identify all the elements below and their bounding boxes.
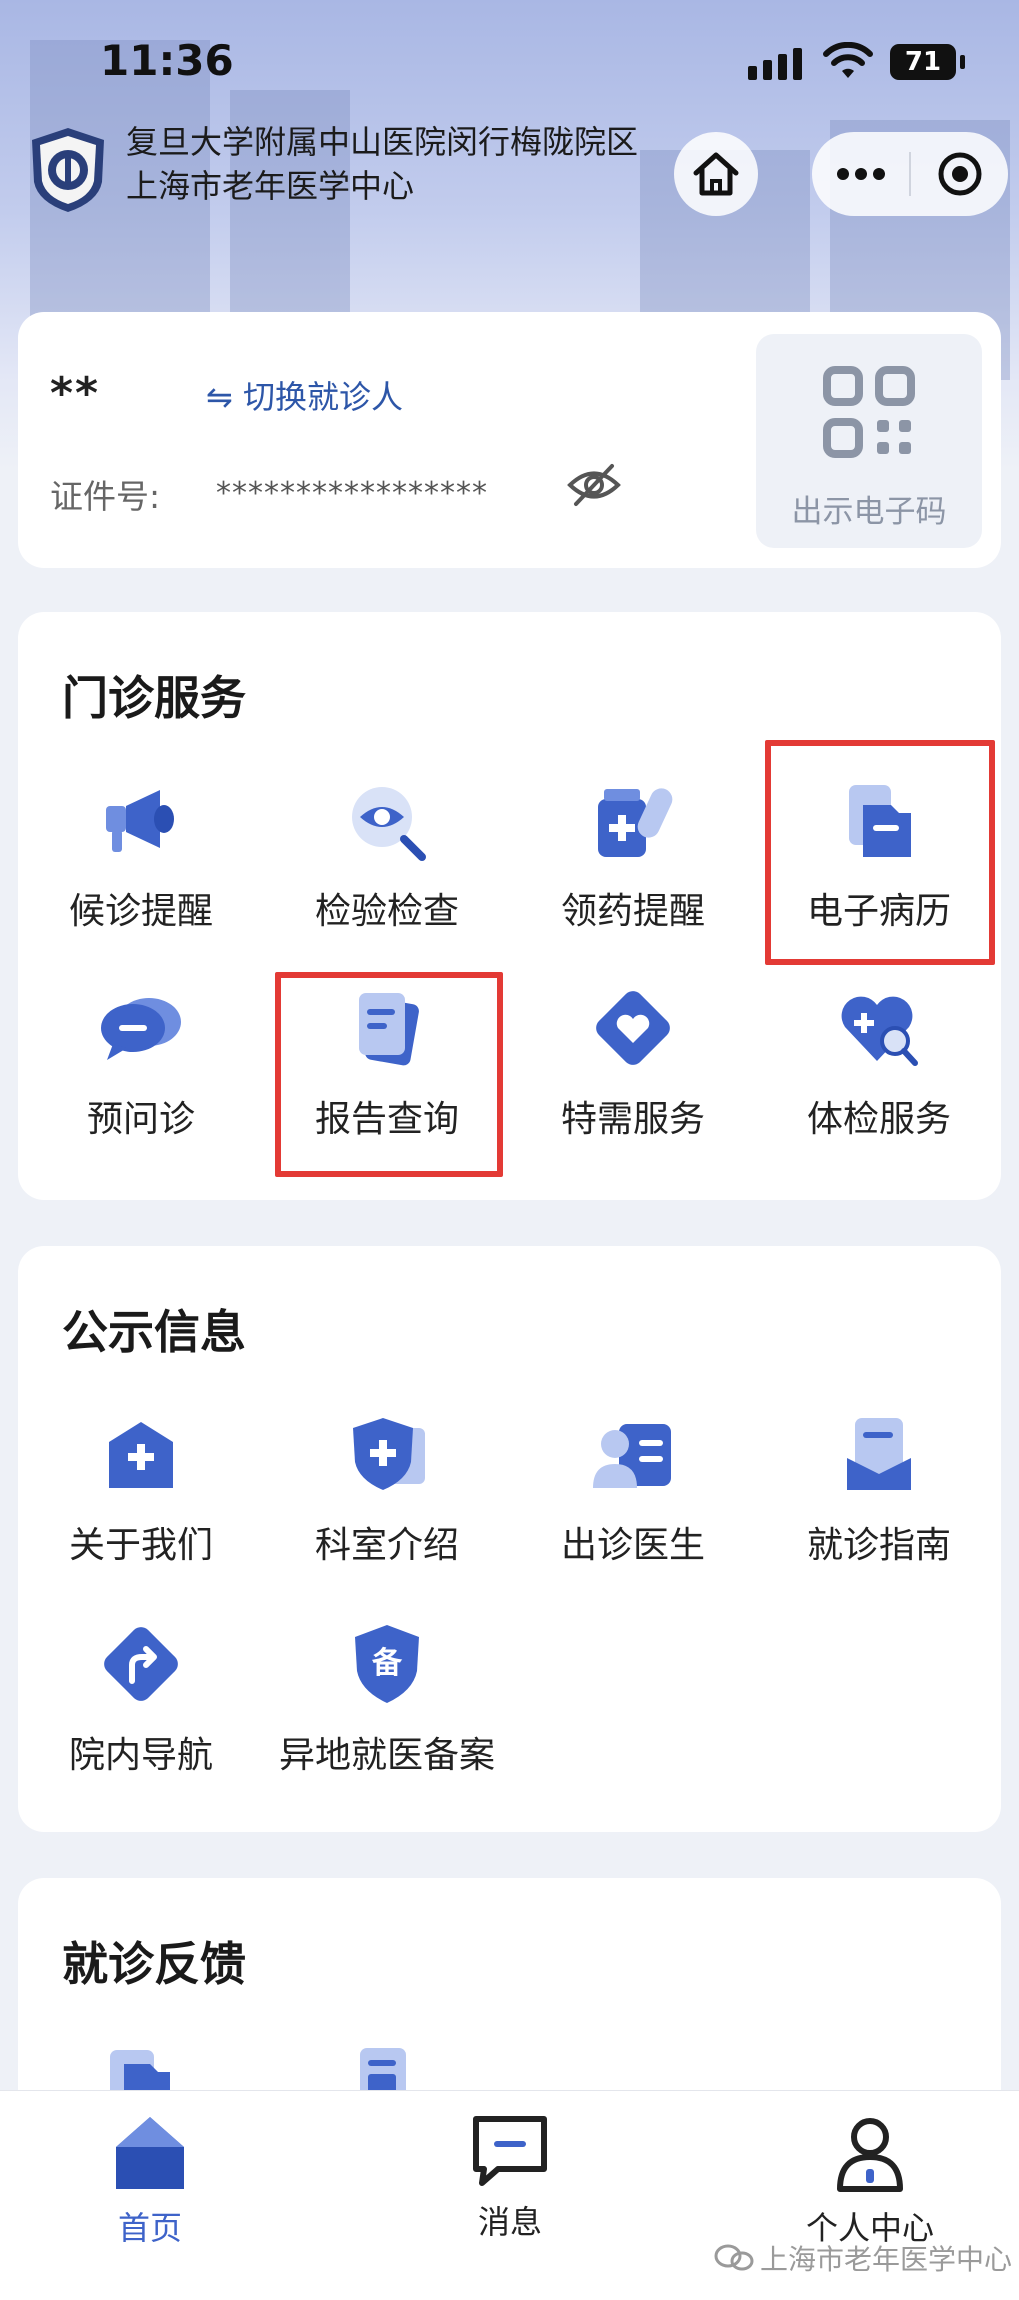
tab-home[interactable]: 首页 (50, 2113, 250, 2249)
status-time: 11:36 (100, 36, 234, 85)
info-doctors[interactable]: 出诊医生 (510, 1406, 756, 1568)
id-value: ***************** (216, 476, 488, 511)
heart-search-icon (841, 996, 918, 1066)
service-label: 检验检查 (314, 891, 459, 932)
feedback-title: 就诊反馈 (62, 1937, 246, 1991)
service-medicine-reminder[interactable]: 领药提醒 (510, 772, 756, 934)
wechat-channel-icon (714, 2244, 754, 2271)
service-label: 预问诊 (86, 1099, 195, 1140)
route-icon (104, 1627, 178, 1701)
home-button[interactable] (674, 132, 758, 216)
info-label: 关于我们 (68, 1525, 213, 1566)
medicine-icon (598, 788, 673, 857)
id-label: 证件号: (50, 477, 161, 516)
service-waiting-reminder[interactable]: 候诊提醒 (18, 772, 264, 934)
watermark-text: 上海市老年医学中心 (760, 2243, 1013, 2276)
tab-label-messages: 消息 (477, 2203, 542, 2241)
service-pre-consultation[interactable]: 预问诊 (18, 980, 264, 1142)
hospital-logo (32, 128, 104, 212)
service-label: 特需服务 (560, 1099, 705, 1140)
home-tab-icon (116, 2117, 184, 2189)
public-info-title: 公示信息 (62, 1305, 246, 1359)
close-button[interactable] (911, 132, 1008, 216)
megaphone-icon (106, 790, 174, 852)
info-navigation[interactable]: 院内导航 (18, 1616, 264, 1778)
hospital-name-line2: 上海市老年医学中心 (126, 167, 415, 205)
info-label: 异地就医备案 (278, 1735, 495, 1776)
show-qr-button[interactable]: 出示电子码 (756, 334, 982, 548)
patient-card: ** ⇋ 切换就诊人 证件号: ***************** 出示电子码 (18, 312, 1001, 568)
service-label: 体检服务 (806, 1099, 951, 1140)
info-label: 就诊指南 (806, 1525, 951, 1566)
service-label: 领药提醒 (560, 891, 705, 932)
wifi-icon (823, 42, 873, 78)
guide-icon (847, 1418, 911, 1490)
magnifier-eye-icon (352, 787, 426, 861)
highlight-box-report-query (275, 972, 503, 1177)
home-icon (693, 152, 739, 196)
eye-hidden-icon[interactable] (566, 460, 622, 510)
hospital-name: 复旦大学附属中山医院闵行梅陇院区 上海市老年医学中心 (126, 120, 638, 208)
miniprogram-capsule (812, 132, 1008, 216)
service-special-needs[interactable]: 特需服务 (510, 980, 756, 1142)
qr-label: 出示电子码 (791, 494, 947, 530)
service-physical-exam[interactable]: 体检服务 (756, 980, 1002, 1142)
more-button[interactable] (812, 132, 909, 216)
public-info-card: 公示信息 关于我们 科室介绍 出诊医生 就诊指南 院内导航 备 异地就医备案 (18, 1246, 1001, 1832)
badge-text: 备 (372, 1646, 402, 1681)
info-label: 科室介绍 (314, 1525, 459, 1566)
status-bar: 11:36 71 (0, 0, 1019, 125)
highlight-box-electronic-record (765, 740, 995, 965)
tab-profile[interactable]: 个人中心 (770, 2113, 970, 2249)
doctor-icon (593, 1424, 671, 1488)
info-about-us[interactable]: 关于我们 (18, 1406, 264, 1568)
info-department[interactable]: 科室介绍 (264, 1406, 510, 1568)
person-icon (837, 2118, 903, 2192)
shield-cross-icon (353, 1418, 425, 1490)
switch-patient-link[interactable]: ⇋ 切换就诊人 (206, 372, 403, 418)
message-icon (473, 2116, 547, 2186)
info-label: 出诊医生 (560, 1525, 705, 1566)
tab-label-home: 首页 (117, 2209, 182, 2247)
service-lab-exam[interactable]: 检验检查 (264, 772, 510, 934)
battery-indicator: 71 (890, 44, 965, 80)
close-target-icon (938, 152, 981, 196)
patient-name: ** (50, 368, 101, 419)
service-label: 候诊提醒 (68, 891, 213, 932)
watermark: 上海市老年医学中心 (714, 2238, 1012, 2278)
chat-icon (101, 998, 181, 1060)
info-label: 院内导航 (68, 1735, 213, 1776)
tab-messages[interactable]: 消息 (410, 2113, 610, 2243)
info-remote-registration[interactable]: 备 异地就医备案 (264, 1616, 510, 1778)
hospital-name-line1: 复旦大学附属中山医院闵行梅陇院区 (126, 123, 639, 161)
qr-code-icon (823, 366, 915, 458)
heart-diamond-icon (596, 991, 670, 1065)
outpatient-title: 门诊服务 (62, 671, 246, 725)
cellular-signal-icon (748, 48, 802, 80)
info-visit-guide[interactable]: 就诊指南 (756, 1406, 1002, 1568)
more-dots-icon (836, 168, 885, 180)
hospital-icon (109, 1422, 173, 1488)
